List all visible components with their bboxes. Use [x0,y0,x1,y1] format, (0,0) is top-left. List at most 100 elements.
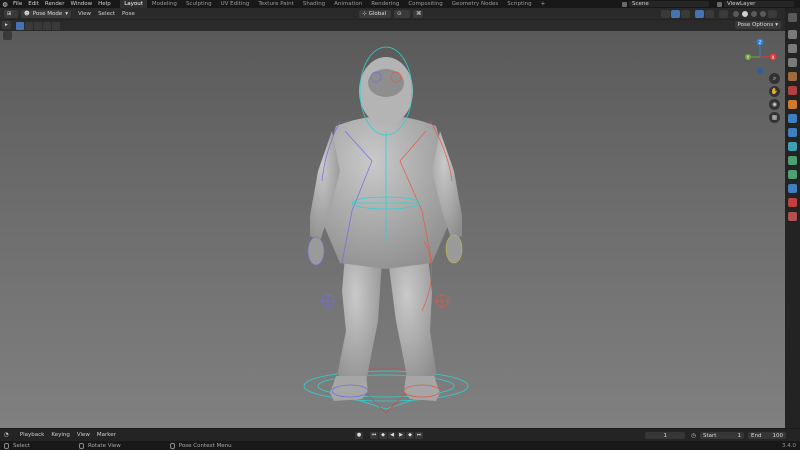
jump-start-button[interactable]: ⏮ [370,432,378,439]
physics-properties-icon[interactable] [788,142,797,151]
render-properties-icon[interactable] [788,30,797,39]
tab-scripting[interactable]: Scripting [503,0,536,8]
mode-dropdown[interactable]: ☻ Pose Mode ▾ [21,9,71,18]
navigation-gizmo[interactable]: Z X Y [743,37,777,77]
visibility-toggle[interactable] [661,10,670,18]
root-bone-circles[interactable] [303,370,469,410]
modifier-properties-icon[interactable] [788,114,797,123]
tab-sculpting[interactable]: Sculpting [181,0,216,8]
toolbar-collapsed [3,31,13,43]
shading-options[interactable] [768,10,777,18]
menu-timeline-view[interactable]: View [77,432,90,438]
gizmo-neg-z-axis[interactable] [757,68,763,74]
texture-properties-icon[interactable] [788,212,797,221]
select-subtract-button[interactable] [34,21,42,30]
menu-file[interactable]: File [10,1,25,7]
menu-keying[interactable]: Keying [51,432,69,438]
zoom-icon[interactable]: ⌕ [769,73,780,84]
timeline-menus: Playback Keying View Marker [13,432,116,438]
overlay-toggle[interactable] [695,10,704,18]
editor-type-button[interactable]: ⊞ [4,9,18,18]
scene-properties-icon[interactable] [788,72,797,81]
tab-rendering[interactable]: Rendering [367,0,404,8]
select-intersect-button[interactable] [52,21,60,30]
toolbar-toggle-icon[interactable] [3,31,12,40]
select-invert-button[interactable] [43,21,51,30]
mouse-right-icon [169,442,175,449]
overlay-options[interactable] [705,10,714,18]
select-new-button[interactable] [16,21,24,30]
solid-shading-button[interactable] [741,10,749,18]
tool-properties-icon[interactable] [788,13,797,22]
menu-pose[interactable]: Pose [122,11,135,17]
viewport-display-controls [660,10,777,18]
object-properties-icon[interactable] [788,100,797,109]
stopwatch-icon[interactable]: ◷ [691,433,696,439]
tab-uv-editing[interactable]: UV Editing [216,0,254,8]
data-properties-icon[interactable] [788,170,797,179]
tab-modeling[interactable]: Modeling [147,0,181,8]
orientation-label: Global [368,11,387,17]
end-frame-field[interactable]: End 100 [748,432,786,439]
menu-playback[interactable]: Playback [20,432,45,438]
tab-animation[interactable]: Animation [330,0,367,8]
pivot-dropdown[interactable]: ⊙ [394,10,410,18]
play-reverse-button[interactable]: ◀ [388,432,396,439]
perspective-toggle-icon[interactable]: ▦ [769,112,780,123]
pose-options-dropdown[interactable]: Pose Options ▾ [734,21,781,29]
xray-toggle[interactable] [719,10,728,18]
right-leg-mesh [388,256,436,387]
timeline-editor-icon[interactable]: ◔ [4,432,9,438]
properties-tab-strip [785,8,800,428]
select-extend-button[interactable] [25,21,33,30]
output-properties-icon[interactable] [788,44,797,53]
menu-edit[interactable]: Edit [25,1,42,7]
menu-window[interactable]: Window [67,1,95,7]
view-layer-field[interactable]: ViewLayer [724,1,794,7]
menu-help[interactable]: Help [95,1,114,7]
add-workspace-button[interactable]: + [536,0,550,8]
wireframe-shading-button[interactable] [732,10,740,18]
jump-keyframe-forward-button[interactable]: ◆ [406,432,414,439]
gizmo-z-label: Z [758,40,761,46]
constraints-properties-icon[interactable] [788,156,797,165]
navigation-tools: ⌕ ✋ ◉ ▦ [769,73,783,125]
world-properties-icon[interactable] [788,86,797,95]
gizmo-options[interactable] [681,10,690,18]
jump-end-button[interactable]: ⏭ [415,432,423,439]
material-shading-button[interactable] [750,10,758,18]
particles-properties-icon[interactable] [788,128,797,137]
version-label: 3.4.0 [782,442,796,449]
bone-properties-icon[interactable] [788,184,797,193]
material-properties-icon[interactable] [788,198,797,207]
jump-keyframe-back-button[interactable]: ◆ [379,432,387,439]
status-context-label: Pose Context Menu [178,442,232,449]
play-button[interactable]: ▶ [397,432,405,439]
record-button[interactable]: ● [355,432,363,439]
gizmo-toggle[interactable] [671,10,680,18]
view-layer-properties-icon[interactable] [788,58,797,67]
active-tool-icon[interactable]: ▸ [2,21,11,29]
tab-layout[interactable]: Layout [119,0,148,8]
menu-select[interactable]: Select [98,11,115,17]
tab-geometry-nodes[interactable]: Geometry Nodes [447,0,502,8]
tab-shading[interactable]: Shading [298,0,329,8]
current-frame-field[interactable]: 1 [645,432,686,439]
snap-icon: ⌘ [416,11,422,17]
pan-hand-icon[interactable]: ✋ [769,86,780,97]
start-frame-field[interactable]: Start 1 [700,432,744,439]
scene-field[interactable]: Scene [629,1,709,7]
menu-marker[interactable]: Marker [97,432,116,438]
tab-compositing[interactable]: Compositing [404,0,447,8]
tab-texture-paint[interactable]: Texture Paint [254,0,299,8]
menu-view[interactable]: View [78,11,91,17]
orientation-dropdown[interactable]: ⊹ Global [359,10,391,18]
3d-viewport[interactable]: Z X Y ⌕ ✋ ◉ ▦ [0,31,785,428]
menu-render[interactable]: Render [42,1,68,7]
snap-toggle[interactable]: ⌘ [413,10,423,18]
status-select: Select [4,442,30,449]
rendered-shading-button[interactable] [759,10,767,18]
camera-view-icon[interactable]: ◉ [769,99,780,110]
status-rotate-view: Rotate View [78,442,121,449]
blender-logo-icon[interactable]: ◍ [0,1,10,8]
